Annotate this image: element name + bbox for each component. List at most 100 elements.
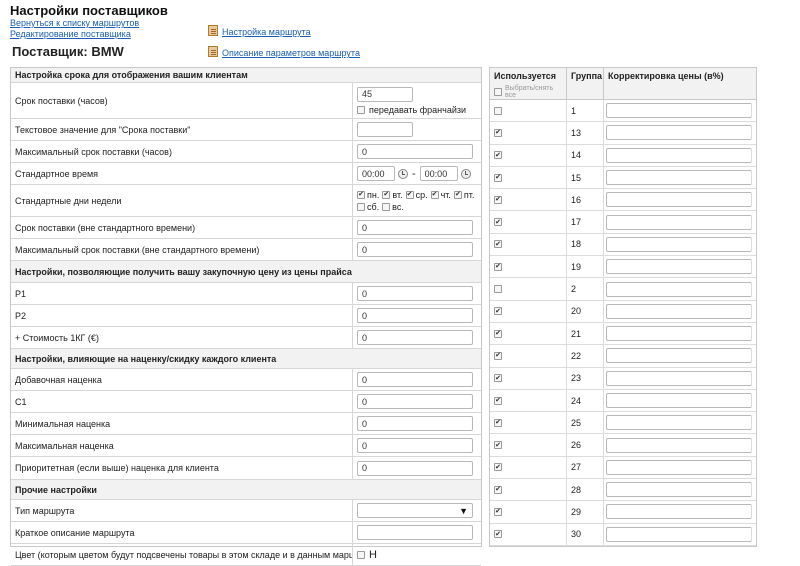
franchise-checkbox[interactable] [357, 105, 365, 114]
extra-markup-input[interactable]: 0 [357, 372, 473, 387]
nonstd-delivery-input[interactable]: 0 [357, 220, 473, 235]
col-used-header: Используется [494, 71, 557, 81]
route-settings-link[interactable]: Настройка маршрута [222, 27, 311, 37]
section-markup-header: Настройки, влияющие на наценку/скидку ка… [11, 349, 481, 369]
price-adjust-input[interactable] [606, 147, 752, 163]
used-checkbox[interactable]: ✔ [494, 128, 502, 137]
nonstd-max-row: Максимальный срок поставки (вне стандарт… [11, 239, 481, 261]
price-adjust-input[interactable] [606, 125, 752, 141]
cost-input[interactable]: 0 [357, 330, 473, 345]
priority-markup-input[interactable]: 0 [357, 460, 473, 476]
day-label: сб. [367, 201, 380, 212]
price-adjust-input[interactable] [606, 393, 752, 408]
nonstd-max-input[interactable]: 0 [357, 242, 473, 257]
clock-icon[interactable] [398, 168, 408, 179]
day-checkbox[interactable]: ✔ [453, 190, 462, 199]
group-cell: 28 [567, 479, 604, 501]
edit-supplier-link[interactable]: Редактирование поставщика [10, 29, 131, 39]
col-price-header: Корректировка цены (в%) [608, 71, 724, 81]
price-adjust-input[interactable] [606, 236, 752, 252]
route-desc-input[interactable] [357, 525, 473, 540]
section-title: Настройка срока для отображения вашим кл… [15, 70, 248, 80]
group-cell: 21 [567, 322, 604, 345]
p1-input[interactable]: 0 [357, 286, 473, 301]
used-checkbox[interactable]: ✔ [494, 173, 502, 182]
used-checkbox[interactable]: ✔ [494, 151, 502, 160]
price-cell [604, 278, 756, 299]
group-cell: 29 [567, 501, 604, 523]
used-checkbox[interactable]: ✔ [494, 507, 502, 516]
price-adjust-input[interactable] [606, 170, 752, 186]
used-checkbox[interactable]: ✔ [494, 418, 502, 427]
section-title: Настройки, влияющие на наценку/скидку ка… [15, 353, 277, 364]
price-cell [604, 479, 756, 500]
day-item: сб. [357, 202, 379, 212]
std-time-to-input[interactable]: 00:00 [419, 166, 458, 181]
price-adjust-input[interactable] [606, 437, 752, 453]
price-adjust-input[interactable] [606, 504, 752, 520]
color-checkbox[interactable] [357, 550, 365, 559]
used-checkbox[interactable]: ✔ [494, 262, 502, 271]
price-cell [604, 145, 756, 166]
clock-icon[interactable] [460, 168, 471, 179]
price-adjust-input[interactable] [606, 415, 752, 431]
used-checkbox[interactable]: ✔ [494, 374, 502, 383]
c1-input[interactable]: 0 [357, 394, 473, 409]
back-to-routes-link[interactable]: Вернуться к списку маршрутов [10, 18, 139, 28]
max-delivery-input[interactable]: 0 [357, 144, 473, 159]
field-label: Стандартное время [11, 163, 353, 184]
used-checkbox[interactable]: ✔ [494, 463, 502, 472]
day-checkbox[interactable] [357, 202, 365, 211]
delivery-time-input[interactable]: 45 [357, 86, 413, 102]
day-checkbox[interactable] [382, 202, 391, 211]
price-adjust-input[interactable] [606, 370, 752, 386]
table-row: ✔ 22 [490, 345, 756, 368]
price-adjust-input[interactable] [606, 103, 752, 119]
price-cell [604, 434, 756, 455]
used-checkbox[interactable]: ✔ [494, 307, 502, 316]
used-checkbox[interactable] [494, 106, 502, 115]
price-adjust-input[interactable] [606, 192, 752, 208]
used-cell: ✔ [490, 389, 567, 412]
select-all-checkbox[interactable] [494, 88, 502, 96]
price-adjust-input[interactable] [606, 214, 752, 230]
group-cell: 26 [567, 434, 604, 456]
day-checkbox[interactable]: ✔ [382, 190, 391, 199]
price-adjust-input[interactable] [606, 348, 752, 364]
price-adjust-input[interactable] [606, 482, 752, 498]
price-adjust-input[interactable] [606, 326, 752, 342]
std-time-from-input[interactable]: 00:00 [357, 166, 395, 181]
used-checkbox[interactable]: ✔ [494, 218, 502, 227]
price-adjust-input[interactable] [606, 281, 752, 297]
table-row: ✔ 17 [490, 211, 756, 234]
used-checkbox[interactable]: ✔ [494, 530, 502, 539]
day-item: ✔ пн. [357, 190, 379, 200]
min-markup-input[interactable]: 0 [357, 416, 473, 431]
day-checkbox[interactable]: ✔ [405, 190, 414, 199]
used-cell: ✔ [490, 189, 567, 211]
route-params-link[interactable]: Описание параметров маршрута [222, 48, 360, 58]
used-checkbox[interactable]: ✔ [494, 485, 502, 494]
price-adjust-input[interactable] [606, 459, 752, 475]
price-adjust-input[interactable] [606, 526, 752, 542]
max-markup-input[interactable]: 0 [357, 438, 473, 453]
text-value-input[interactable] [357, 122, 413, 137]
price-adjust-input[interactable] [606, 303, 752, 319]
used-checkbox[interactable] [494, 285, 502, 294]
used-cell: ✔ [490, 233, 567, 256]
table-header: Используется Выбрать/снять все Группа Ко… [490, 68, 756, 100]
used-checkbox[interactable]: ✔ [494, 329, 502, 338]
route-type-select[interactable]: ▼ [357, 503, 473, 518]
used-checkbox[interactable]: ✔ [494, 351, 502, 360]
p2-input[interactable]: 0 [357, 308, 473, 323]
page-title: Настройки поставщиков [10, 3, 168, 18]
day-checkbox[interactable]: ✔ [357, 190, 365, 199]
day-checkbox[interactable]: ✔ [430, 190, 439, 199]
price-adjust-input[interactable] [606, 259, 752, 275]
used-checkbox[interactable]: ✔ [494, 240, 502, 249]
used-checkbox[interactable]: ✔ [494, 441, 502, 450]
used-checkbox[interactable]: ✔ [494, 396, 502, 405]
field-label: Срок поставки (часов) [11, 83, 353, 118]
used-checkbox[interactable]: ✔ [494, 195, 502, 204]
day-item: ✔ вт. [382, 190, 403, 200]
